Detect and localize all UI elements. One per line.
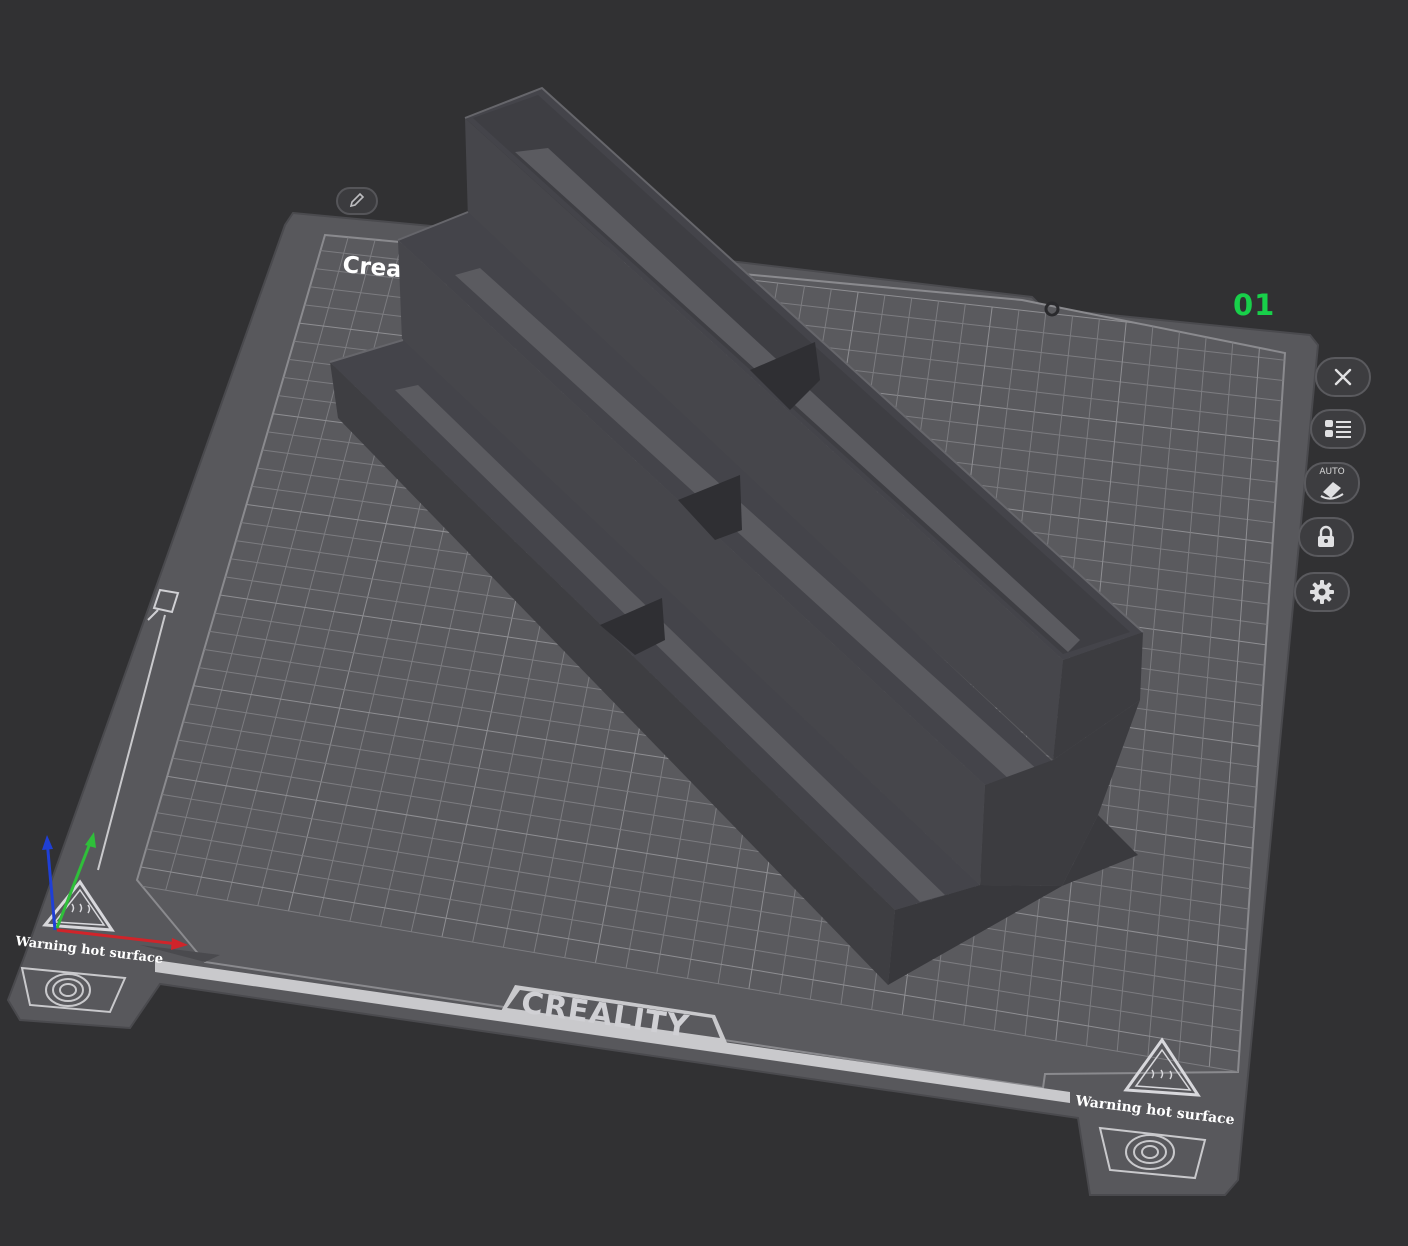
lock-plate-button[interactable] xyxy=(1298,517,1354,557)
plate-settings-button[interactable] xyxy=(1294,572,1350,612)
list-icon xyxy=(1325,420,1351,438)
pencil-icon xyxy=(349,192,365,208)
auto-orient-icon xyxy=(1320,482,1344,500)
bed-brand-text: Crea xyxy=(341,252,402,283)
gear-icon xyxy=(1310,580,1334,604)
lock-icon xyxy=(1318,525,1334,547)
plate-number: 01 xyxy=(1233,288,1276,322)
close-icon xyxy=(1334,368,1352,386)
3d-viewport[interactable]: Crea CREALITY Warning hot surface Warnin… xyxy=(0,0,1408,1246)
auto-orient-button[interactable]: AUTO xyxy=(1304,462,1360,504)
auto-label: AUTO xyxy=(1319,467,1345,477)
edit-plate-name-button[interactable] xyxy=(336,187,378,215)
close-plate-button[interactable] xyxy=(1315,357,1371,397)
arrange-button[interactable] xyxy=(1310,409,1366,449)
